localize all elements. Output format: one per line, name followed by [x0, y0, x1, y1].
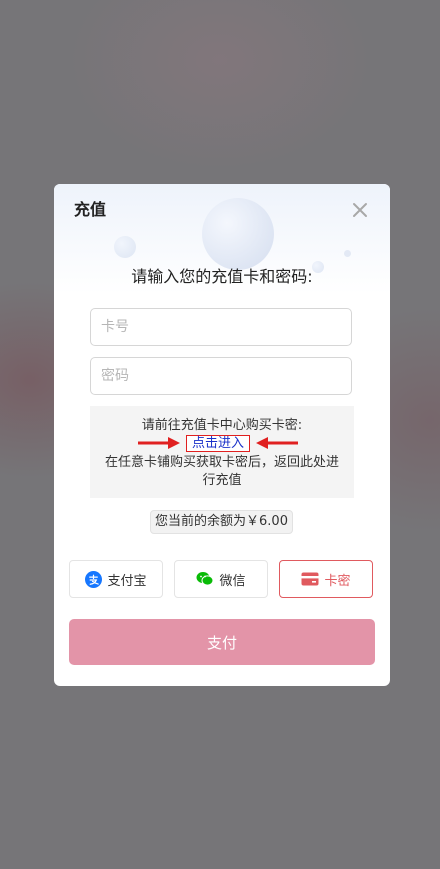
right-arrow-icon [138, 437, 180, 449]
purchase-return-note: 在任意卡铺购买获取卡密后，返回此处进行充值 [104, 455, 339, 488]
decorative-bubble [202, 198, 274, 270]
purchase-info-box: 请前往充值卡中心购买卡密: 点击进入 在任意卡铺购买获取卡密后，返回此处进行充值 [90, 406, 354, 498]
wechat-icon [196, 571, 214, 587]
balance-badge: 您当前的余额为￥6.00 [150, 510, 293, 534]
card-icon [301, 572, 319, 586]
recharge-prompt: 请输入您的充值卡和密码: [131, 267, 313, 286]
purchase-instruction: 请前往充值卡中心购买卡密: [141, 418, 303, 433]
close-icon[interactable] [346, 198, 374, 222]
payment-option-alipay[interactable]: 支付宝 [69, 560, 163, 598]
payment-option-card[interactable]: 卡密 [279, 560, 373, 598]
payment-option-label: 微信 [219, 573, 246, 589]
card-number-input[interactable] [90, 308, 352, 346]
card-password-input[interactable] [90, 357, 352, 395]
dialog-title: 充值 [74, 200, 107, 219]
enter-card-center-link[interactable]: 点击进入 [186, 435, 250, 452]
payment-option-label: 支付宝 [107, 573, 147, 589]
recharge-dialog: 充值 请输入您的充值卡和密码: 请前往充值卡中心购买卡密: 点击进入 在任意卡铺… [54, 184, 390, 686]
payment-option-wechat[interactable]: 微信 [174, 560, 268, 598]
pay-button[interactable]: 支付 [69, 619, 375, 665]
decorative-bubble [344, 250, 351, 257]
alipay-icon [85, 570, 103, 588]
left-arrow-icon [256, 437, 298, 449]
decorative-bubble [114, 236, 136, 258]
payment-option-label: 卡密 [324, 573, 351, 589]
